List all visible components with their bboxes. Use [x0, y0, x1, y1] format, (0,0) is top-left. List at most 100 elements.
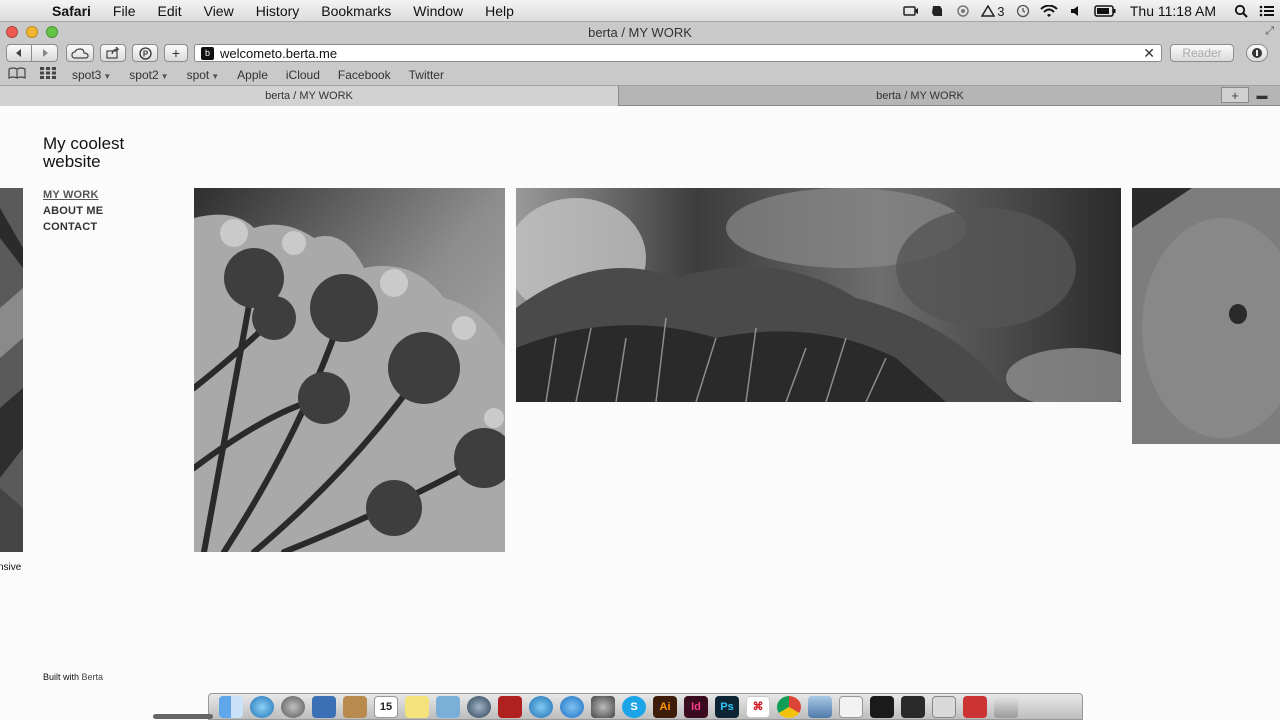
menu-window[interactable]: Window [402, 0, 474, 22]
documents-icon[interactable] [839, 695, 863, 718]
wifi-icon[interactable] [1036, 0, 1062, 22]
web-page: My coolest website MY WORK ABOUT ME CONT… [0, 107, 1280, 697]
bookmark-spot[interactable]: spot ▼ [187, 68, 220, 82]
contacts-icon[interactable] [343, 695, 367, 718]
photo-caption-fragment: nsive [0, 562, 22, 573]
tab-active[interactable]: berta / MY WORK [0, 86, 619, 106]
menu-edit[interactable]: Edit [146, 0, 192, 22]
skype-icon[interactable]: S [622, 695, 646, 718]
nav-my-work[interactable]: MY WORK [43, 187, 103, 203]
new-tab-button[interactable]: + [1221, 87, 1249, 103]
photoshop-label: Ps [720, 700, 734, 713]
bookmark-spot2[interactable]: spot2 ▼ [129, 68, 168, 82]
status-area: 3 Thu 11:18 AM [898, 0, 1280, 22]
launchpad-icon[interactable] [281, 695, 305, 718]
adobe-icon[interactable]: 3 [976, 0, 1010, 22]
site-footer: Built with Berta [43, 672, 103, 682]
fullscreen-icon[interactable]: ⤢ [1265, 25, 1274, 38]
forward-button[interactable] [32, 44, 58, 62]
reader-button[interactable]: Reader [1170, 44, 1234, 62]
notes-icon[interactable] [405, 695, 429, 718]
gallery-photo-flowers[interactable] [194, 188, 505, 552]
mail-icon[interactable] [808, 695, 832, 718]
battery-icon[interactable] [1088, 0, 1122, 22]
safari-icon[interactable] [250, 695, 274, 718]
nav-about-me[interactable]: ABOUT ME [43, 203, 103, 219]
sync-icon[interactable] [950, 0, 976, 22]
indesign-icon[interactable]: Id [684, 695, 708, 718]
finder-icon[interactable] [219, 695, 243, 718]
zoom-window-button[interactable] [46, 26, 58, 38]
notification-center-icon[interactable] [1254, 0, 1280, 22]
tab-overview-icon[interactable]: ▬ [1249, 86, 1275, 105]
menu-view[interactable]: View [193, 0, 245, 22]
menu-bar: Safari File Edit View History Bookmarks … [0, 0, 1280, 22]
time-machine-icon[interactable] [1010, 0, 1036, 22]
url-text[interactable]: welcometo.berta.me [220, 46, 337, 61]
back-forward-group [6, 44, 58, 62]
downloads-icon [1252, 48, 1262, 58]
menu-clock[interactable]: Thu 11:18 AM [1122, 3, 1228, 19]
evernote-icon[interactable] [924, 0, 950, 22]
icloud-tabs-button[interactable] [66, 44, 94, 62]
bookmark-facebook[interactable]: Facebook [338, 68, 391, 82]
chrome-icon[interactable] [777, 695, 801, 718]
illustrator-label: Ai [659, 700, 671, 713]
stop-loading-icon[interactable]: ✕ [1143, 45, 1155, 61]
skype-label: S [630, 700, 638, 713]
calculator-icon[interactable] [932, 695, 956, 718]
nav-contact[interactable]: CONTACT [43, 219, 103, 235]
bookmark-label: spot2 [129, 67, 159, 82]
pinterest-icon: P [138, 46, 152, 60]
close-window-button[interactable] [6, 26, 18, 38]
tab-inactive[interactable]: berta / MY WORK [619, 86, 1221, 106]
reading-list-icon[interactable] [8, 67, 32, 82]
menu-history[interactable]: History [245, 0, 311, 22]
bookmark-spot3[interactable]: spot3 ▼ [72, 68, 111, 82]
camera-icon[interactable] [898, 0, 924, 22]
itunes-icon[interactable] [529, 695, 553, 718]
screenshot-icon[interactable] [901, 695, 925, 718]
illustrator-icon[interactable]: Ai [653, 695, 677, 718]
bookmark-apple[interactable]: Apple [237, 68, 268, 82]
terminal-icon[interactable] [870, 695, 894, 718]
bookmark-label: spot [186, 67, 210, 82]
top-sites-grid-icon[interactable] [40, 67, 64, 82]
photos-icon[interactable] [436, 695, 460, 718]
downloads-button[interactable] [1246, 44, 1268, 62]
gallery-photo-partial-left[interactable] [0, 188, 23, 552]
gallery-photo-plants[interactable] [516, 188, 1121, 402]
spotlight-search-icon[interactable] [1228, 0, 1254, 22]
volume-icon[interactable] [1062, 0, 1088, 22]
footer-prefix: Built with [43, 672, 80, 682]
app-store-icon[interactable] [560, 695, 584, 718]
photobooth-strip-icon[interactable] [963, 695, 987, 718]
photo-booth-icon[interactable] [498, 695, 522, 718]
bookmark-twitter[interactable]: Twitter [409, 68, 444, 82]
address-bar[interactable]: b welcometo.berta.me ✕ [194, 44, 1162, 62]
menu-bookmarks[interactable]: Bookmarks [310, 0, 402, 22]
site-title[interactable]: My coolest website [43, 135, 183, 171]
calendar-icon[interactable]: 15 [374, 695, 398, 718]
share-button[interactable] [100, 44, 126, 62]
horizontal-scrollbar-thumb[interactable] [153, 714, 213, 719]
minimize-window-button[interactable] [26, 26, 38, 38]
photoshop-icon[interactable]: Ps [715, 695, 739, 718]
acrobat-icon[interactable]: ⌘ [746, 695, 770, 718]
back-button[interactable] [6, 44, 32, 62]
pinterest-button[interactable]: P [132, 44, 158, 62]
bookmark-icloud[interactable]: iCloud [286, 68, 320, 82]
preview-icon[interactable] [312, 695, 336, 718]
trash-icon[interactable] [994, 695, 1018, 718]
tab-bar: berta / MY WORK berta / MY WORK + ▬ [0, 86, 1280, 106]
footer-berta-link[interactable]: Berta [82, 672, 104, 682]
system-preferences-icon[interactable] [591, 695, 615, 718]
menu-app-name[interactable]: Safari [52, 0, 102, 22]
gallery-photo-partial-right[interactable] [1132, 188, 1280, 444]
quicktime-icon[interactable] [467, 695, 491, 718]
add-bookmark-button[interactable]: + [164, 44, 188, 62]
menu-help[interactable]: Help [474, 0, 525, 22]
calendar-day: 15 [379, 700, 393, 713]
dock: 15 S Ai Id Ps ⌘ [208, 693, 1083, 720]
menu-file[interactable]: File [102, 0, 147, 22]
